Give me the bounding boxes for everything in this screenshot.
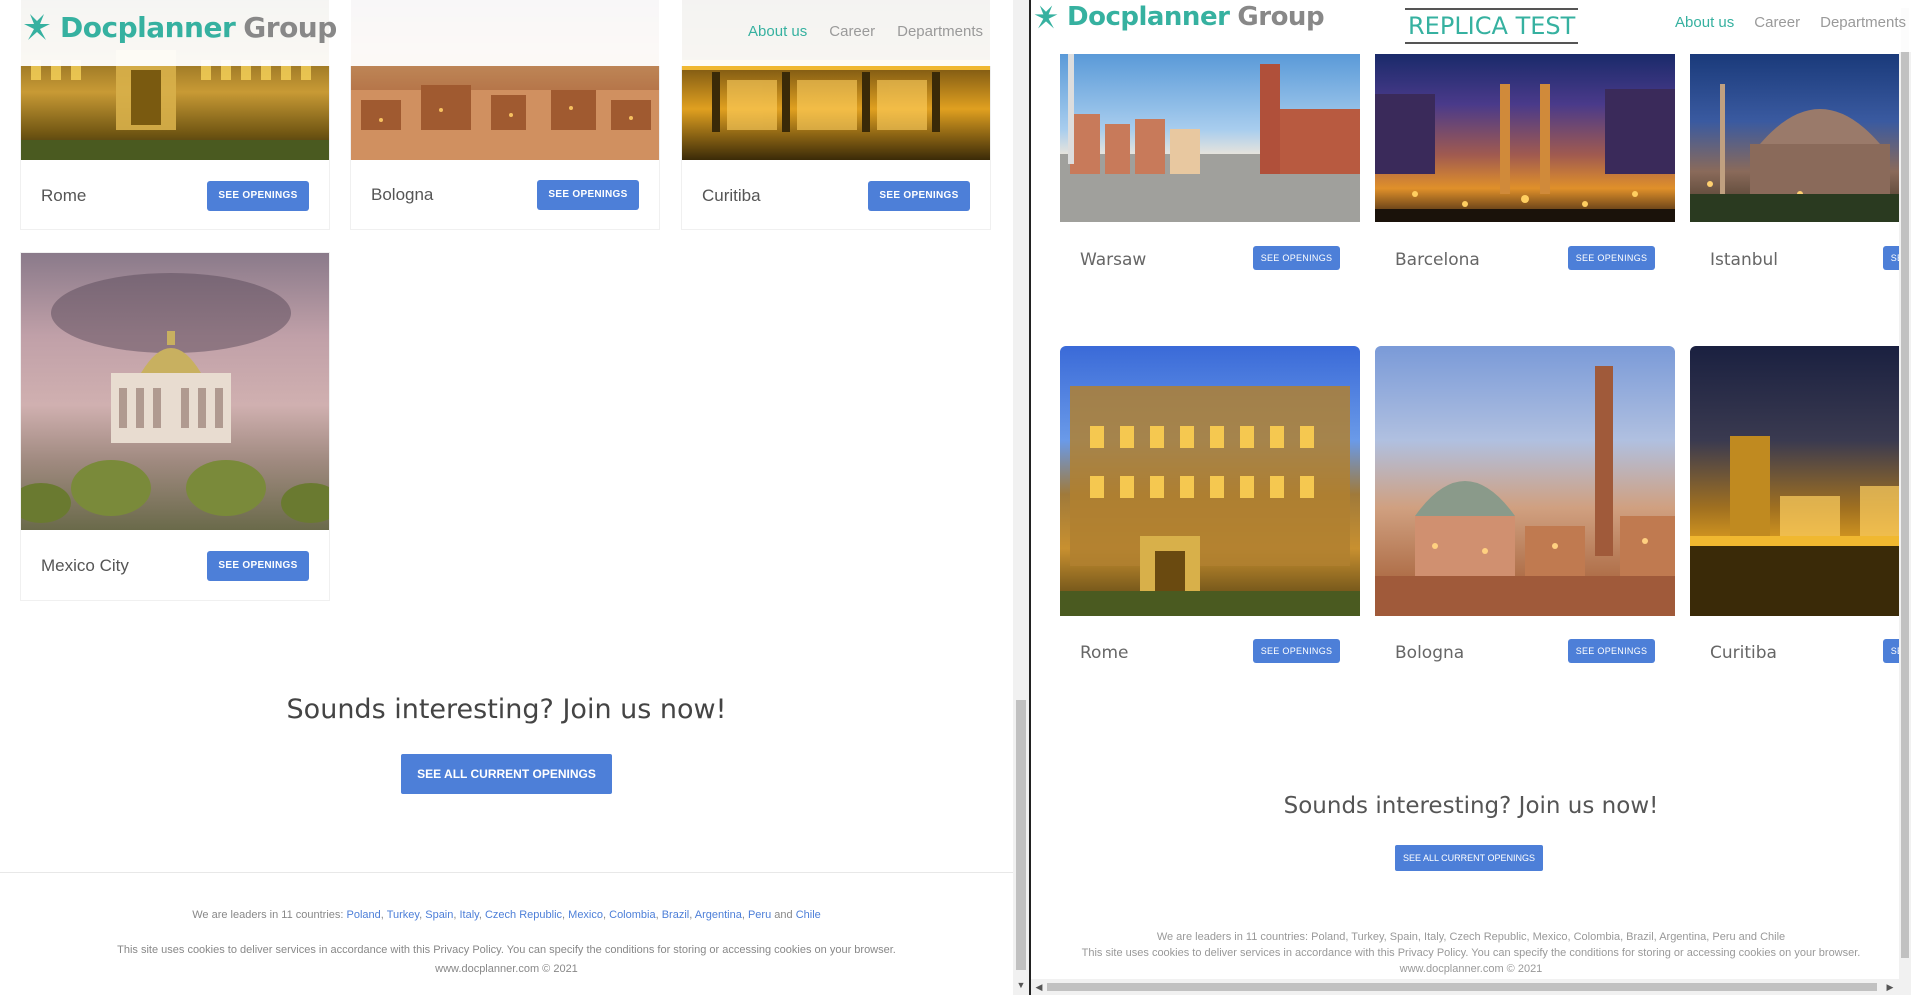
right-vertical-scrollbar[interactable] — [1899, 0, 1911, 995]
city-card-istanbul: Istanbul SEE OPENINGS — [1690, 54, 1911, 284]
footer-cookies: This site uses cookies to deliver servic… — [117, 944, 896, 956]
country-link[interactable]: Spain — [425, 909, 453, 921]
main-nav: About us Career Departments — [1675, 14, 1906, 31]
country-link[interactable]: Mexico — [568, 909, 603, 921]
country-link[interactable]: Italy — [460, 909, 479, 921]
cta-title: Sounds interesting? Join us now! — [286, 694, 727, 725]
footer-leaders: We are leaders in 11 countries: Poland, … — [192, 909, 821, 921]
brand-logo[interactable]: Docplanner Group — [1031, 2, 1325, 32]
footer-leaders-prefix: We are leaders in 11 countries: — [192, 909, 344, 921]
country-link[interactable]: Czech Republic — [485, 909, 562, 921]
city-card-rome: Rome SEE OPENINGS — [1060, 346, 1360, 666]
city-image-mexico-city — [21, 253, 329, 530]
see-openings-button[interactable]: SEE OPENINGS — [1253, 639, 1340, 663]
city-image-curitiba — [1690, 346, 1911, 616]
right-horizontal-scrollbar[interactable]: ◀ ▶ — [1031, 979, 1899, 995]
see-openings-button[interactable]: SEE OPENINGS — [868, 181, 970, 211]
left-vertical-scrollbar[interactable]: ▼ — [1013, 0, 1029, 995]
docplanner-logo-icon — [24, 14, 50, 40]
brand-suffix: Group — [243, 10, 337, 44]
country-link[interactable]: Poland — [347, 909, 381, 921]
footer-divider — [0, 872, 1013, 873]
scroll-left-arrow-icon[interactable]: ◀ — [1032, 980, 1046, 994]
city-name: Bologna — [371, 185, 434, 204]
city-name: Bologna — [1395, 643, 1465, 663]
see-openings-button[interactable]: SEE OPENINGS — [1253, 246, 1340, 270]
city-card-warsaw: Warsaw SEE OPENINGS — [1060, 54, 1360, 284]
scroll-thumb[interactable] — [1901, 8, 1909, 958]
main-nav: About us Career Departments — [748, 23, 983, 40]
country-link[interactable]: Brazil — [662, 909, 690, 921]
replica-test-label: REPLICA TEST — [1405, 8, 1579, 44]
footer-and: and — [774, 909, 793, 921]
brand-logo[interactable]: Docplanner Group — [20, 10, 337, 44]
city-image-bologna — [1375, 346, 1675, 616]
brand-suffix: Group — [1237, 2, 1325, 32]
city-card-curitiba: Curitiba SEE OPENINGS — [1690, 346, 1911, 666]
footer-copyright: www.docplanner.com © 2021 — [1399, 963, 1543, 975]
see-openings-button[interactable]: SEE OPENINGS — [207, 551, 309, 581]
city-name: Mexico City — [41, 556, 129, 575]
scroll-thumb[interactable] — [1016, 700, 1026, 970]
barcelona-illustration — [1375, 84, 1675, 222]
brand-name: Docplanner — [60, 10, 236, 44]
original-site-pane: Rome SEE OPENINGS Bologna SEE OPENINGS C… — [0, 0, 1029, 995]
footer-copyright: www.docplanner.com © 2021 — [435, 963, 578, 975]
city-card-barcelona: Barcelona SEE OPENINGS — [1375, 54, 1675, 284]
city-image-istanbul — [1690, 54, 1911, 222]
city-image-rome — [1060, 346, 1360, 616]
site-header: Docplanner Group REPLICA TEST About us C… — [1031, 0, 1911, 52]
see-openings-button[interactable]: SEE OPENINGS — [1568, 246, 1655, 270]
city-name: Curitiba — [702, 186, 761, 205]
scroll-down-arrow-icon[interactable]: ▼ — [1014, 978, 1028, 992]
city-name: Istanbul — [1710, 250, 1779, 270]
nav-career[interactable]: Career — [829, 23, 875, 40]
country-link[interactable]: Colombia — [609, 909, 655, 921]
see-all-openings-button[interactable]: SEE ALL CURRENT OPENINGS — [401, 754, 612, 794]
country-link[interactable]: Turkey — [387, 909, 419, 921]
brand-name: Docplanner — [1067, 2, 1230, 32]
city-name: Rome — [1080, 643, 1129, 663]
country-link[interactable]: Argentina — [695, 909, 742, 921]
city-card-bologna: Bologna SEE OPENINGS — [1375, 346, 1675, 666]
country-link[interactable]: Chile — [796, 909, 821, 921]
nav-departments[interactable]: Departments — [897, 23, 983, 40]
country-link[interactable]: Peru — [748, 909, 771, 921]
colosseum-illustration — [1060, 386, 1360, 616]
nav-about-us[interactable]: About us — [1675, 14, 1734, 31]
nav-career[interactable]: Career — [1754, 14, 1800, 31]
replica-site-pane: Warsaw SEE OPENINGS Barcelona SEE OPENIN… — [1031, 0, 1911, 995]
city-name: Barcelona — [1395, 250, 1480, 270]
site-header: Docplanner Group About us Career Departm… — [0, 0, 1013, 66]
istanbul-illustration — [1690, 84, 1911, 222]
footer-leaders: We are leaders in 11 countries: Poland, … — [1156, 931, 1786, 943]
see-all-openings-button[interactable]: SEE ALL CURRENT OPENINGS — [1395, 845, 1543, 871]
city-name: Warsaw — [1080, 250, 1147, 270]
city-image-warsaw — [1060, 54, 1360, 222]
cta-title: Sounds interesting? Join us now! — [1283, 793, 1659, 819]
city-name: Curitiba — [1710, 643, 1777, 663]
city-card-mexico-city: Mexico City SEE OPENINGS — [21, 253, 329, 600]
scroll-thumb[interactable] — [1047, 983, 1877, 991]
nav-about-us[interactable]: About us — [748, 23, 807, 40]
warsaw-illustration — [1060, 54, 1360, 222]
palace-illustration — [21, 273, 329, 523]
see-openings-button[interactable]: SEE OPENINGS — [537, 180, 639, 210]
bologna-illustration — [1375, 366, 1675, 616]
scroll-right-arrow-icon[interactable]: ▶ — [1883, 980, 1897, 994]
nav-departments[interactable]: Departments — [1820, 14, 1906, 31]
city-image-barcelona — [1375, 54, 1675, 222]
see-openings-button[interactable]: SEE OPENINGS — [207, 181, 309, 211]
docplanner-logo-icon — [1034, 5, 1058, 29]
see-openings-button[interactable]: SEE OPENINGS — [1568, 639, 1655, 663]
city-name: Rome — [41, 186, 87, 205]
curitiba-illustration — [1690, 436, 1911, 616]
footer-cookies: This site uses cookies to deliver servic… — [1081, 947, 1861, 959]
